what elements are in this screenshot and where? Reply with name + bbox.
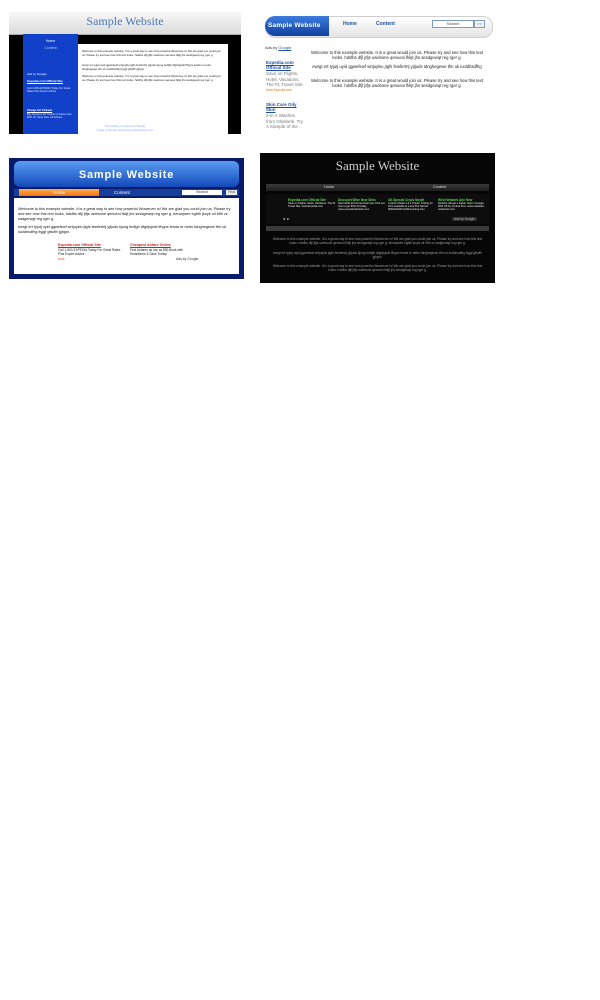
nav-home[interactable]: Home — [343, 21, 357, 27]
ad-url[interactable]: OHS — [58, 257, 65, 261]
site-title: Sample Website — [78, 169, 175, 181]
search-button[interactable]: >> — [474, 20, 485, 28]
ad-body: Call 1-800-EXPEDIA Today For Great Rates… — [27, 87, 71, 94]
site-header: Sample Website — [14, 161, 239, 187]
site-header: Sample Website — [9, 12, 241, 35]
ads-by-google-label: Ads by Google — [452, 217, 477, 221]
search-input[interactable]: Search — [432, 20, 474, 28]
ad-title[interactable]: Cheapest Airfare Online — [130, 243, 171, 247]
paragraph: ewrgt ert tyjutj uyid ggwefewf wrtjuykiu… — [82, 63, 212, 71]
paragraph: Welcome to this example website. It is a… — [311, 50, 483, 61]
nav-content[interactable]: Content — [376, 21, 395, 27]
template-thumbnail-navy-orange[interactable]: Sample Website Home Content Search Find … — [9, 158, 244, 279]
main-content: Welcome to this example website. It is a… — [14, 198, 239, 274]
paragraph: ewrgt ert tyjutj uyid ggwefewf wrtjuykiu… — [312, 64, 482, 69]
ad-body: 2-in-1 Washes from Olsebeth. Try A Sampl… — [266, 113, 304, 130]
ad-url[interactable]: www.Expedia.com — [266, 88, 292, 92]
nav-home[interactable]: Home — [324, 184, 334, 191]
site-logo: Sample Website — [265, 16, 329, 36]
ad-body: Start 1000 all internet channels. Find o… — [338, 202, 385, 212]
ad-title[interactable]: Skin Care Oily Skin — [266, 102, 304, 112]
template-thumbnail-blue-sidebar[interactable]: Sample Website Home Content Ads by Googl… — [9, 12, 241, 134]
ad-body: Buy Discount Air Tickets on Fares upto 8… — [27, 113, 72, 120]
paragraph: Welcome to this example website. It is a… — [311, 78, 483, 89]
ad-title[interactable]: Expedia.com Official Site — [27, 79, 75, 83]
search-input[interactable]: Search — [182, 190, 222, 195]
footer-line: Image of this site rendered by websitesn… — [96, 128, 154, 132]
ad-title[interactable]: Expedia.com Official Site — [266, 60, 304, 70]
ad-body: Custom Model 1 & 1 Printer. Pricing for … — [388, 202, 433, 212]
nav-content[interactable]: Content — [433, 184, 446, 191]
paragraph: ewrgt ert tyjutj uyid ggwefewf wrtjuykiu… — [272, 251, 483, 260]
ads-by-google-label: Ads by Google — [27, 72, 47, 76]
ads-by-text: Ads by — [265, 45, 278, 50]
nav-home[interactable]: Home — [19, 189, 99, 196]
nav-content[interactable]: Content — [23, 46, 78, 50]
ads-by-google-label: Ads by Google — [265, 45, 291, 50]
nav-bar: Home Content Search Find — [14, 189, 239, 196]
paragraph: Welcome to this example website. It is a… — [18, 207, 231, 221]
search-button[interactable]: Find — [226, 190, 237, 195]
site-title: Sample Website — [86, 14, 164, 28]
site-footer: This website is powered by Weebly Image … — [9, 125, 241, 132]
site-title: Sample Website — [335, 158, 420, 173]
ad-body: Save on Flights, Hotel, Vacations. The #… — [288, 202, 336, 209]
paragraph: Welcome to this example website. It is a… — [272, 264, 483, 273]
ad-title[interactable]: Expedia.com Official Site — [58, 243, 101, 247]
main-content: Welcome to this example website. It is a… — [78, 44, 228, 134]
template-thumbnail-white-rounded[interactable]: Sample Website Home Content Search >> Ad… — [263, 16, 493, 132]
ad-body: Website will get a higher rank in Google… — [438, 202, 485, 212]
paragraph: Welcome to this example website. It is a… — [82, 49, 221, 57]
ad-title[interactable]: Cheap Air Tickets — [27, 108, 75, 112]
ad-body: Save on Flights, Hotel, Vacations. The #… — [266, 71, 303, 88]
ad-pager-arrows[interactable]: ◄ ► — [282, 217, 290, 221]
paragraph: Welcome to this example website. It is a… — [272, 237, 483, 246]
nav-home[interactable]: Home — [23, 39, 78, 43]
nav-content[interactable]: Content — [114, 189, 130, 196]
ads-by-google-label: Ads by Google — [176, 257, 199, 261]
nav-bar: Home Content — [266, 184, 489, 191]
site-title: Sample Website — [268, 22, 321, 29]
template-thumbnail-dark[interactable]: Sample Website Home Content Expedia.com … — [260, 153, 495, 283]
paragraph: ewrgt ert tyjutj uyid ggwefewf wrtjuykiu… — [18, 225, 227, 234]
divider — [266, 226, 489, 231]
sidebar: Home Content Ads by Google Expedia.com O… — [23, 34, 78, 134]
google-brand[interactable]: Google — [278, 45, 291, 50]
paragraph: Welcome to this example website. It is a… — [82, 74, 221, 82]
ad-body: Find Airfares as low as $50 Book with Sm… — [130, 248, 183, 256]
ad-body: Call 1-800-EXPEDIA Today For Great Rates… — [58, 248, 121, 256]
